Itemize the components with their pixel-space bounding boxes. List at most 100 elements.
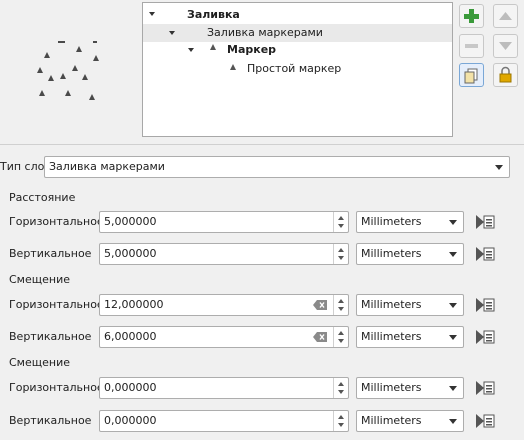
spin-down-icon[interactable]	[338, 256, 344, 260]
preview-marker	[39, 90, 45, 96]
preview-marker	[37, 67, 43, 73]
unit-select[interactable]: Millimeters	[356, 377, 464, 399]
spin-buttons[interactable]	[333, 295, 348, 315]
offset-vertical-spinbox[interactable]: 0,000000	[99, 410, 349, 432]
spin-up-icon[interactable]	[338, 299, 344, 303]
symbol-preview	[0, 0, 140, 135]
spinbox-value: 12,000000	[104, 298, 164, 311]
lock-icon	[499, 66, 512, 83]
move-down-button[interactable]	[493, 34, 518, 58]
spin-down-icon[interactable]	[338, 423, 344, 427]
symbol-layer-tree[interactable]: Заливка Заливка маркерами Маркер Простой…	[142, 2, 453, 137]
chevron-down-icon	[495, 165, 503, 170]
spinbox-value: 0,000000	[104, 414, 157, 427]
tree-item-simple-marker[interactable]: Простой маркер	[247, 60, 341, 78]
collapse-arrow-icon[interactable]	[149, 12, 155, 16]
remove-layer-button[interactable]	[459, 34, 484, 58]
spin-buttons[interactable]	[333, 327, 348, 347]
preview-marker	[93, 41, 97, 43]
preview-marker	[48, 75, 54, 81]
preview-marker	[44, 52, 50, 58]
move-up-icon	[499, 12, 512, 20]
preview-marker	[82, 74, 88, 80]
spin-down-icon[interactable]	[338, 224, 344, 228]
preview-marker	[65, 90, 71, 96]
spin-buttons[interactable]	[333, 244, 348, 264]
unit-value: Millimeters	[361, 414, 422, 427]
preview-marker	[76, 46, 82, 52]
chevron-down-icon	[449, 303, 457, 308]
row-label: Горизонтальное	[9, 381, 104, 394]
unit-value: Millimeters	[361, 381, 422, 394]
remove-layer-icon	[465, 44, 478, 48]
preview-marker	[58, 41, 65, 43]
offset-horizontal-spinbox[interactable]: 0,000000	[99, 377, 349, 399]
spin-buttons[interactable]	[333, 378, 348, 398]
chevron-down-icon	[449, 252, 457, 257]
unit-value: Millimeters	[361, 330, 422, 343]
row-label: Вертикальное	[9, 414, 92, 427]
row-label: Вертикальное	[9, 330, 92, 343]
duplicate-layer-icon	[464, 68, 478, 84]
collapse-arrow-icon[interactable]	[169, 31, 175, 35]
tree-item-marker[interactable]: Маркер	[227, 41, 276, 59]
data-defined-override-icon[interactable]	[474, 411, 498, 431]
unit-select[interactable]: Millimeters	[356, 294, 464, 316]
data-defined-override-icon[interactable]	[474, 212, 498, 232]
marker-triangle-icon	[230, 64, 236, 70]
chevron-down-icon	[449, 220, 457, 225]
chevron-down-icon	[449, 335, 457, 340]
offset-horizontal-spinbox[interactable]: 12,000000	[99, 294, 349, 316]
unit-value: Millimeters	[361, 298, 422, 311]
data-defined-override-icon[interactable]	[474, 378, 498, 398]
spin-up-icon[interactable]	[338, 415, 344, 419]
spin-up-icon[interactable]	[338, 331, 344, 335]
spin-buttons[interactable]	[333, 411, 348, 431]
row-label: Горизонтальное	[9, 298, 104, 311]
unit-value: Millimeters	[361, 247, 422, 260]
chevron-down-icon	[449, 419, 457, 424]
clear-icon[interactable]	[313, 300, 327, 310]
spin-up-icon[interactable]	[338, 248, 344, 252]
spin-up-icon[interactable]	[338, 382, 344, 386]
row-label: Вертикальное	[9, 247, 92, 260]
spacing-horizontal-spinbox[interactable]: 5,000000	[99, 211, 349, 233]
row-label: Горизонтальное	[9, 215, 104, 228]
spinbox-value: 0,000000	[104, 381, 157, 394]
unit-select[interactable]: Millimeters	[356, 410, 464, 432]
move-down-icon	[499, 42, 512, 50]
clear-icon[interactable]	[313, 332, 327, 342]
data-defined-override-icon[interactable]	[474, 327, 498, 347]
spin-down-icon[interactable]	[338, 339, 344, 343]
layer-type-select[interactable]: Заливка маркерами	[44, 156, 510, 178]
layer-type-value: Заливка маркерами	[49, 160, 165, 173]
offset-vertical-spinbox[interactable]: 6,000000	[99, 326, 349, 348]
lock-button[interactable]	[493, 63, 518, 87]
add-layer-icon	[464, 9, 479, 23]
spinbox-value: 5,000000	[104, 247, 157, 260]
unit-select[interactable]: Millimeters	[356, 243, 464, 265]
unit-value: Millimeters	[361, 215, 422, 228]
add-layer-button[interactable]	[459, 4, 484, 28]
divider	[0, 144, 524, 145]
collapse-arrow-icon[interactable]	[188, 48, 194, 52]
data-defined-override-icon[interactable]	[474, 244, 498, 264]
unit-select[interactable]: Millimeters	[356, 211, 464, 233]
section-title-offset: Смещение	[9, 356, 70, 369]
unit-select[interactable]: Millimeters	[356, 326, 464, 348]
section-title-offset: Смещение	[9, 273, 70, 286]
data-defined-override-icon[interactable]	[474, 295, 498, 315]
duplicate-layer-button[interactable]	[459, 63, 484, 87]
marker-triangle-icon	[210, 44, 216, 50]
move-up-button[interactable]	[493, 4, 518, 28]
spacing-vertical-spinbox[interactable]: 5,000000	[99, 243, 349, 265]
tree-item-fill[interactable]: Заливка	[187, 6, 240, 24]
preview-marker	[89, 94, 95, 100]
preview-marker	[60, 73, 66, 79]
tree-item-marker-fill[interactable]: Заливка маркерами	[207, 24, 323, 42]
spin-up-icon[interactable]	[338, 216, 344, 220]
spin-buttons[interactable]	[333, 212, 348, 232]
spin-down-icon[interactable]	[338, 307, 344, 311]
spin-down-icon[interactable]	[338, 390, 344, 394]
preview-marker	[72, 65, 78, 71]
